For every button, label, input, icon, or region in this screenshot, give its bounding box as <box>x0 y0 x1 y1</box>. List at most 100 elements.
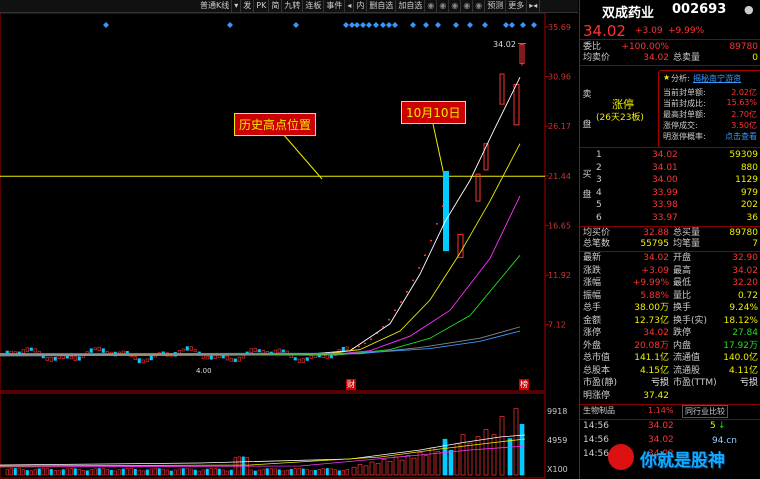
candle <box>237 356 241 362</box>
volume-bar <box>209 468 213 476</box>
toolbar-item[interactable]: 普通K线 <box>198 0 233 12</box>
volume-bar <box>435 451 441 476</box>
volume-bar <box>257 469 261 476</box>
volume-bar <box>61 469 65 476</box>
dragon-tiger-marker[interactable]: 榜 <box>519 379 529 390</box>
bid-level-row[interactable]: 1 34.02 59309 <box>580 150 760 161</box>
candle <box>205 356 209 360</box>
toolbar-item[interactable]: PK <box>254 0 270 12</box>
volume-bar <box>249 469 253 476</box>
volume-bar <box>205 468 209 476</box>
volume-bar <box>189 468 193 476</box>
toolbar-item[interactable]: ▾ <box>232 0 242 12</box>
volume-bar <box>281 470 285 476</box>
volume-bar <box>201 469 205 476</box>
toolbar-icon[interactable]: ◉ <box>461 0 474 12</box>
limit-analysis-card[interactable]: ★ 分析: 揭秘南宁游资 当前封单额: 2.02亿 当前封成比: 15.63% 最高封单… <box>658 70 760 148</box>
quote-row: 总手 38.00万 换手 9.24% <box>583 303 758 313</box>
volume-bar <box>381 459 387 476</box>
volume-bar <box>105 468 109 476</box>
volume-bar <box>225 470 229 476</box>
bid-level-row[interactable]: 3 34.00 1129 <box>580 175 760 186</box>
volume-bar <box>329 468 333 476</box>
price-tick-label: 30.96 <box>548 73 571 82</box>
volume-bar <box>261 468 265 476</box>
stock-name: 双成药业 <box>602 6 655 21</box>
weibi-row: 委比 +100.00% 89780 <box>583 42 758 52</box>
last-price: 34.02 <box>583 22 626 40</box>
event-diamond-icon <box>410 22 416 28</box>
toolbar-item[interactable]: 加自选 <box>396 0 426 12</box>
candle <box>229 357 233 362</box>
toolbar-icon[interactable]: ◉ <box>437 0 450 12</box>
toolbar-item[interactable]: 简 <box>269 0 283 12</box>
candle <box>77 356 81 361</box>
candle <box>499 73 505 105</box>
stock-code: 002693 <box>672 2 727 17</box>
volume-bar <box>101 468 105 476</box>
kline-chart-svg[interactable]: 35.69 30.96 26.17 21.44 16.65 11.92 7.12 9918 49… <box>0 13 578 479</box>
toolbar-item[interactable]: 更多 <box>506 0 528 12</box>
candle <box>33 348 37 353</box>
event-diamond-icon <box>354 22 360 28</box>
candle <box>145 358 149 363</box>
candle <box>457 233 464 258</box>
event-diamond-icon <box>103 22 109 28</box>
volume-bar <box>217 468 221 476</box>
toolbar-item[interactable]: 内 <box>354 0 368 12</box>
limit-up-subtitle: (26天23板) <box>596 113 644 123</box>
volume-bar <box>321 468 325 476</box>
volume-tick-label: X100 <box>547 465 568 474</box>
top-price-label: 34.02 <box>493 40 516 49</box>
volume-bar <box>229 469 233 476</box>
bid-level-row[interactable]: 4 33.99 979 <box>580 188 760 199</box>
ask-side-label: 卖 盘 <box>582 90 592 130</box>
candle <box>309 355 313 359</box>
volume-bar <box>363 465 369 476</box>
volume-bar <box>442 438 448 476</box>
volume-bar <box>285 469 289 476</box>
date-annotation-label: 10月10日 <box>401 101 466 124</box>
candle <box>69 356 73 360</box>
toolbar-item[interactable]: ▸◂ <box>527 0 541 12</box>
event-diamond-icon <box>386 22 392 28</box>
toolbar-item[interactable]: 连板 <box>303 0 325 12</box>
kline-chart[interactable]: 35.69 30.96 26.17 21.44 16.65 11.92 7.12 9918 49… <box>0 13 578 479</box>
event-diamond-icon <box>373 22 379 28</box>
callout-line <box>282 133 323 180</box>
toolbar-item[interactable]: 发 <box>241 0 255 12</box>
volume-bar <box>109 469 113 476</box>
toolbar-item[interactable]: 事件 <box>324 0 346 12</box>
quote-row: 最新 34.02 开盘 32.90 <box>583 253 758 263</box>
sector-row[interactable]: 生物制品 1.14% 同行业比较 <box>580 405 760 418</box>
toolbar-icon[interactable]: ◉ <box>425 0 438 12</box>
candle <box>133 356 137 361</box>
volume-bar <box>297 468 301 476</box>
bid-level-row[interactable]: 6 33.97 36 <box>580 213 760 224</box>
price-change-pct: +9.99% <box>668 26 705 36</box>
candle <box>293 357 297 361</box>
volume-bar <box>301 468 305 476</box>
candle <box>233 358 237 363</box>
financial-marker[interactable]: 财 <box>346 379 356 390</box>
bid-level-row[interactable]: 5 33.98 202 <box>580 200 760 211</box>
event-diamond-icon <box>509 22 515 28</box>
candle <box>49 357 53 362</box>
toolbar-item[interactable]: 删自选 <box>367 0 397 12</box>
event-diamond-icon <box>392 22 398 28</box>
volume-bar <box>417 451 423 476</box>
volume-bar <box>141 470 145 476</box>
analysis-link[interactable]: 揭秘南宁游资 <box>693 73 741 84</box>
toolbar-item[interactable]: 预测 <box>485 0 507 12</box>
limit-stat-row[interactable]: 明涨停概率: 点击查看 <box>663 131 759 142</box>
bid-level-row[interactable]: 2 34.01 880 <box>580 163 760 174</box>
toolbar-item[interactable]: 九转 <box>282 0 304 12</box>
volume-bar <box>519 423 525 476</box>
candle <box>141 359 145 364</box>
toolbar-icon[interactable]: ◉ <box>473 0 486 12</box>
toolbar-icon[interactable]: ◉ <box>449 0 462 12</box>
toolbar-item[interactable]: ◂ <box>345 0 355 12</box>
menu-dots-icon[interactable]: ● <box>744 3 754 16</box>
quote-row: 涨跌 +3.09 最高 34.02 <box>583 265 758 276</box>
volume-bar <box>77 469 81 476</box>
